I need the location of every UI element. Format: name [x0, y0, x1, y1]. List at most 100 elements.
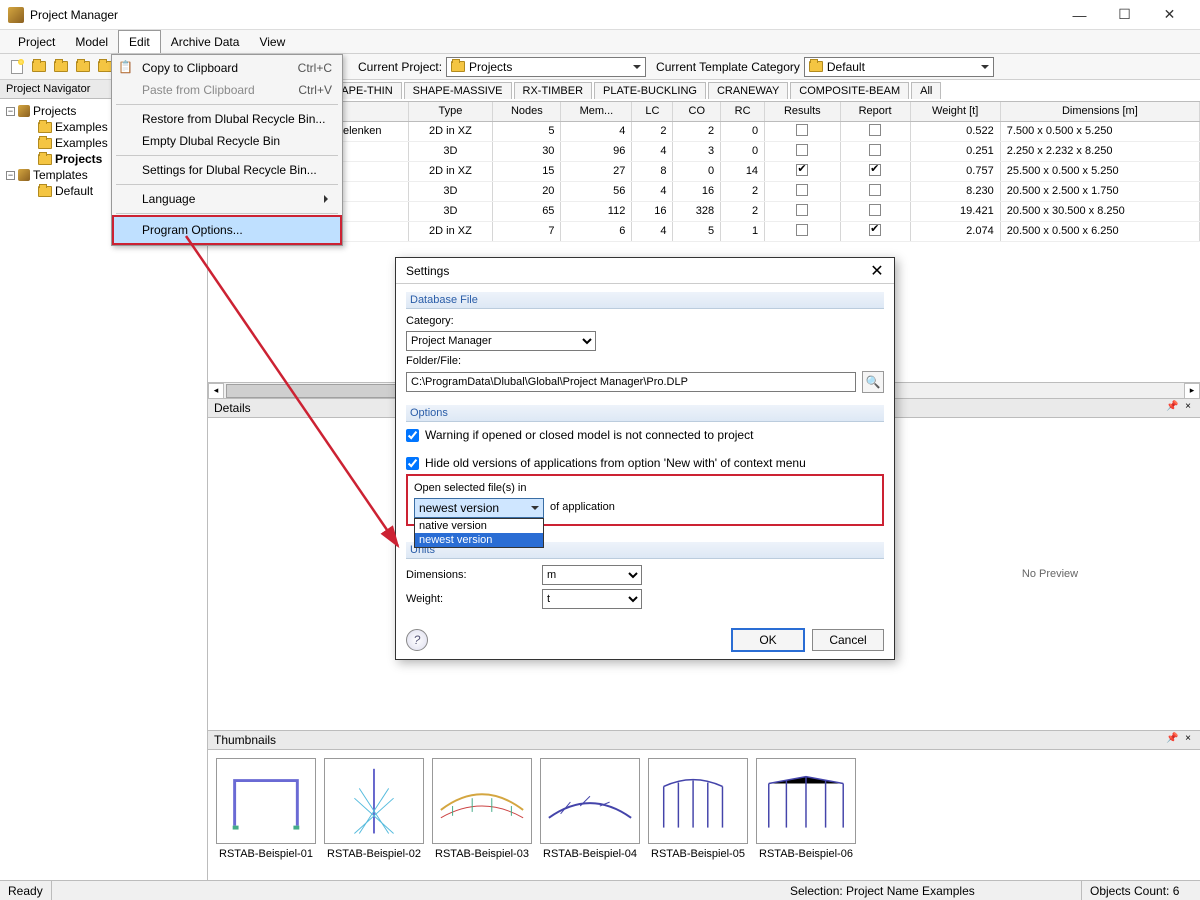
thumbnail-image: [216, 758, 316, 844]
projects-root-icon: [18, 105, 30, 117]
menu-model[interactable]: Model: [65, 30, 118, 53]
weight-select[interactable]: t: [542, 589, 642, 609]
col-report[interactable]: Report: [840, 102, 910, 121]
menubar: Project Model Edit Archive Data View: [0, 30, 1200, 54]
option-hide-old-checkbox[interactable]: Hide old versions of applications from o…: [406, 456, 884, 470]
thumbnail-label: RSTAB-Beispiel-02: [327, 848, 421, 860]
tab-craneway[interactable]: CRANEWAY: [708, 82, 788, 99]
dialog-title: Settings: [406, 264, 449, 278]
dimensions-select[interactable]: m: [542, 565, 642, 585]
menu-copy-to-clipboard[interactable]: 📋 Copy to ClipboardCtrl+C: [114, 57, 340, 79]
menu-view[interactable]: View: [249, 30, 295, 53]
browse-button[interactable]: 🔍: [862, 371, 884, 393]
pin-icon[interactable]: 📌: [1166, 401, 1178, 413]
table-row[interactable]: 3D205641628.23020.500 x 2.500 x 1.750: [208, 181, 1200, 201]
minimize-button[interactable]: —: [1057, 0, 1102, 30]
tab-all[interactable]: All: [911, 82, 941, 99]
thumbnail-card[interactable]: RSTAB-Beispiel-05: [648, 758, 748, 872]
scroll-left-icon[interactable]: ◂: [208, 383, 224, 399]
version-dropdown-list: native version newest version: [414, 518, 544, 548]
folder-icon-1[interactable]: [30, 58, 48, 76]
folder-icon: [38, 138, 52, 149]
tab-composite-beam[interactable]: COMPOSITE-BEAM: [790, 82, 909, 99]
close-panel-icon[interactable]: ×: [1182, 401, 1194, 413]
version-option-native[interactable]: native version: [415, 519, 543, 533]
section-options: Options: [406, 405, 884, 422]
col-dimensions-m-[interactable]: Dimensions [m]: [1000, 102, 1199, 121]
help-button[interactable]: ?: [406, 629, 428, 651]
folder-icon-3[interactable]: [74, 58, 92, 76]
table-row[interactable]: Hallenrahmen2D in XZ764512.07420.500 x 0…: [208, 221, 1200, 241]
scroll-right-icon[interactable]: ▸: [1184, 383, 1200, 399]
thumbnail-card[interactable]: RSTAB-Beispiel-02: [324, 758, 424, 872]
template-category-label: Current Template Category: [656, 60, 800, 74]
folder-file-label: Folder/File:: [406, 355, 461, 367]
of-application-label: of application: [550, 498, 615, 513]
col-type[interactable]: Type: [408, 102, 493, 121]
dialog-close-button[interactable]: ✕: [864, 258, 890, 284]
current-project-label: Current Project:: [358, 60, 442, 74]
thumbnail-card[interactable]: RSTAB-Beispiel-01: [216, 758, 316, 872]
table-row[interactable]: Rahmen mit plastischen Gelenken2D in XZ5…: [208, 121, 1200, 141]
menu-edit[interactable]: Edit: [118, 30, 161, 53]
option-warning-checkbox[interactable]: Warning if opened or closed model is not…: [406, 428, 884, 442]
thumbnail-card[interactable]: RSTAB-Beispiel-03: [432, 758, 532, 872]
version-dropdown[interactable]: newest version native version newest ver…: [414, 498, 544, 518]
col-co[interactable]: CO: [673, 102, 721, 121]
thumbnail-image: [756, 758, 856, 844]
folder-file-input[interactable]: [406, 372, 856, 392]
table-row[interactable]: Tensegrity3D30964300.2512.250 x 2.232 x …: [208, 141, 1200, 161]
category-select[interactable]: Project Manager: [406, 331, 596, 351]
collapse-icon[interactable]: −: [6, 171, 15, 180]
folder-icon-2[interactable]: [52, 58, 70, 76]
version-option-newest[interactable]: newest version: [415, 533, 543, 547]
current-project-combo[interactable]: Projects: [446, 57, 646, 77]
thumbnail-card[interactable]: RSTAB-Beispiel-04: [540, 758, 640, 872]
menu-restore-recycle-bin[interactable]: Restore from Dlubal Recycle Bin...: [114, 108, 340, 130]
statusbar: Ready Selection: Project Name Examples O…: [0, 880, 1200, 900]
category-label: Category:: [406, 315, 454, 327]
section-database-file: Database File: [406, 292, 884, 309]
col-rc[interactable]: RC: [721, 102, 765, 121]
col-lc[interactable]: LC: [632, 102, 673, 121]
templates-root-icon: [18, 169, 30, 181]
folder-icon: [38, 154, 52, 165]
thumbnail-image: [648, 758, 748, 844]
ok-button[interactable]: OK: [732, 629, 804, 651]
tab-rx-timber[interactable]: RX-TIMBER: [514, 82, 593, 99]
col-mem-[interactable]: Mem...: [561, 102, 632, 121]
new-file-icon[interactable]: [8, 58, 26, 76]
menu-project[interactable]: Project: [8, 30, 65, 53]
status-ready: Ready: [0, 881, 52, 900]
close-button[interactable]: ✕: [1147, 0, 1192, 30]
folder-icon: [809, 61, 823, 72]
collapse-icon[interactable]: −: [6, 107, 15, 116]
tab-plate-buckling[interactable]: PLATE-BUCKLING: [594, 82, 706, 99]
cancel-button[interactable]: Cancel: [812, 629, 884, 651]
col-results[interactable]: Results: [765, 102, 841, 121]
open-selected-label: Open selected file(s) in: [414, 482, 876, 494]
menu-language[interactable]: Language: [114, 188, 340, 210]
status-object-count: Objects Count: 6: [1082, 881, 1200, 900]
tab-shape-massive[interactable]: SHAPE-MASSIVE: [404, 82, 512, 99]
maximize-button[interactable]: ☐: [1102, 0, 1147, 30]
table-row[interactable]: Scherenbinder2D in XZ152780140.75725.500…: [208, 161, 1200, 181]
pin-icon[interactable]: 📌: [1166, 733, 1178, 745]
template-category-combo[interactable]: Default: [804, 57, 994, 77]
menu-archive-data[interactable]: Archive Data: [161, 30, 250, 53]
close-panel-icon[interactable]: ×: [1182, 733, 1194, 745]
menu-settings-recycle-bin[interactable]: Settings for Dlubal Recycle Bin...: [114, 159, 340, 181]
menu-empty-recycle-bin[interactable]: Empty Dlubal Recycle Bin: [114, 130, 340, 152]
menu-program-options[interactable]: Program Options...: [112, 215, 342, 245]
module-tabstrip: RFEM RSTAB SHAPE-THIN SHAPE-MASSIVE RX-T…: [208, 80, 1200, 102]
dimensions-label: Dimensions:: [406, 569, 536, 581]
thumbnail-card[interactable]: RSTAB-Beispiel-06: [756, 758, 856, 872]
col-weight-t-[interactable]: Weight [t]: [910, 102, 1000, 121]
thumbnail-image: [540, 758, 640, 844]
copy-icon: 📋: [118, 60, 134, 76]
table-row[interactable]: Stahlhalle3D6511216328219.42120.500 x 30…: [208, 201, 1200, 221]
thumbnail-image: [432, 758, 532, 844]
col-nodes[interactable]: Nodes: [493, 102, 561, 121]
edit-menu-dropdown: 📋 Copy to ClipboardCtrl+C Paste from Cli…: [111, 54, 343, 246]
status-selection: Selection: Project Name Examples: [782, 881, 1082, 900]
